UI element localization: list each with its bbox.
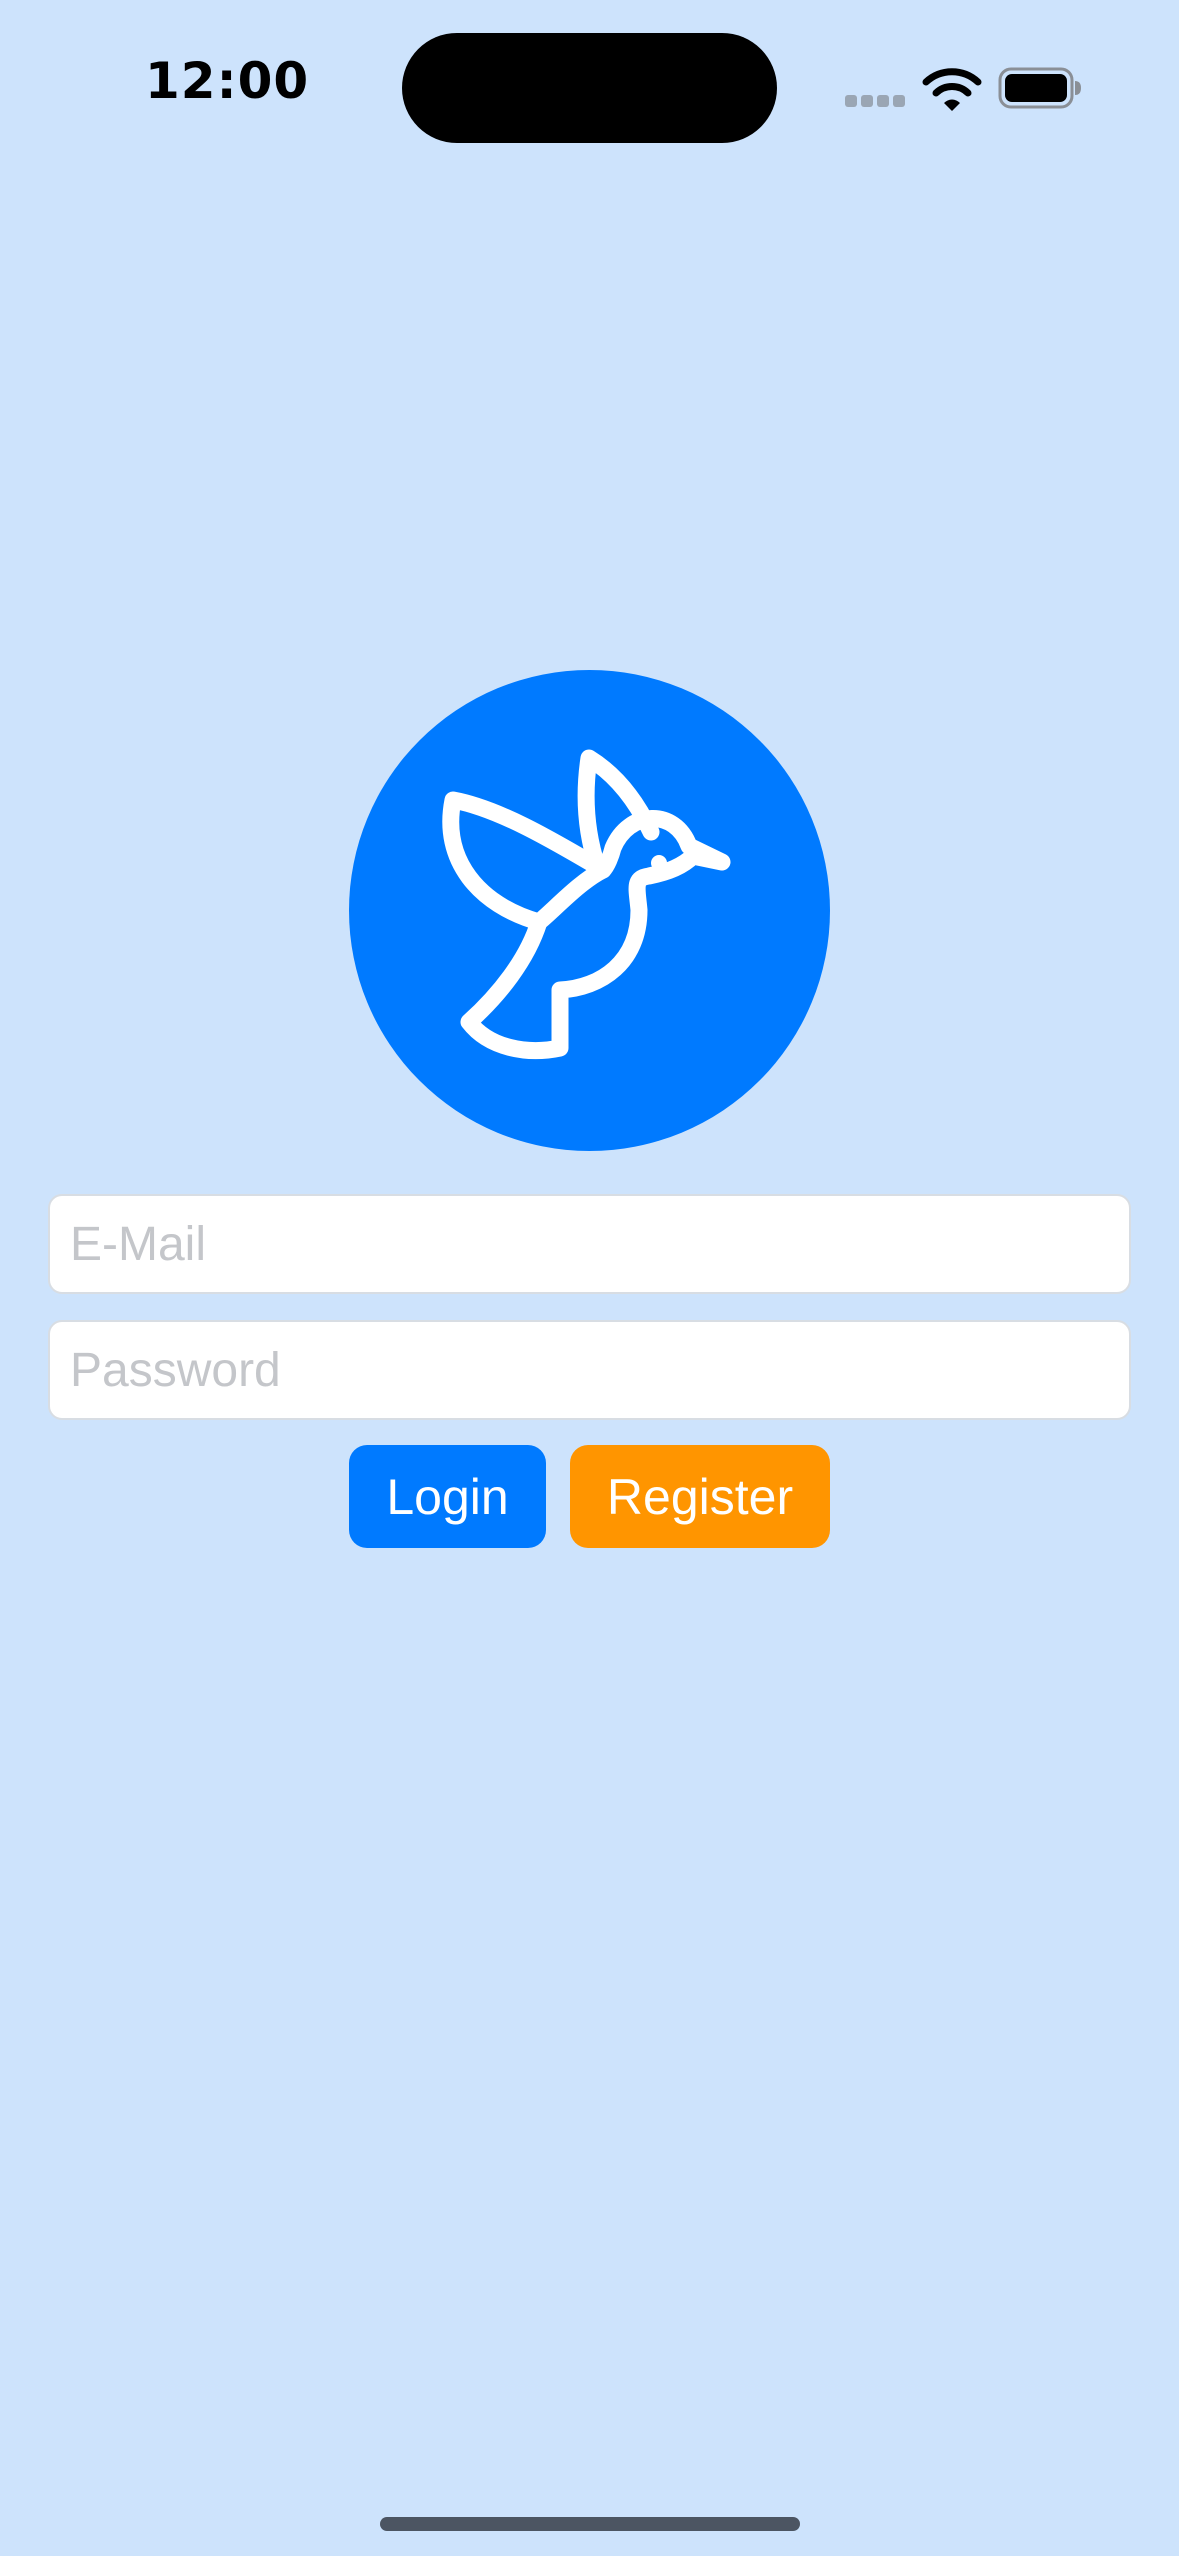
dynamic-island	[402, 33, 777, 143]
status-bar: 12:00	[0, 0, 1179, 180]
hummingbird-icon	[442, 749, 731, 1060]
wifi-icon	[922, 68, 982, 111]
cellular-signal-icon	[845, 95, 907, 109]
status-time: 12:00	[145, 52, 310, 110]
password-field[interactable]	[48, 1320, 1131, 1420]
app-logo	[349, 670, 830, 1151]
register-button[interactable]: Register	[570, 1445, 830, 1548]
login-button[interactable]: Login	[349, 1445, 546, 1548]
home-indicator[interactable]	[380, 2517, 800, 2531]
email-field[interactable]	[48, 1194, 1131, 1294]
battery-icon	[998, 67, 1081, 109]
